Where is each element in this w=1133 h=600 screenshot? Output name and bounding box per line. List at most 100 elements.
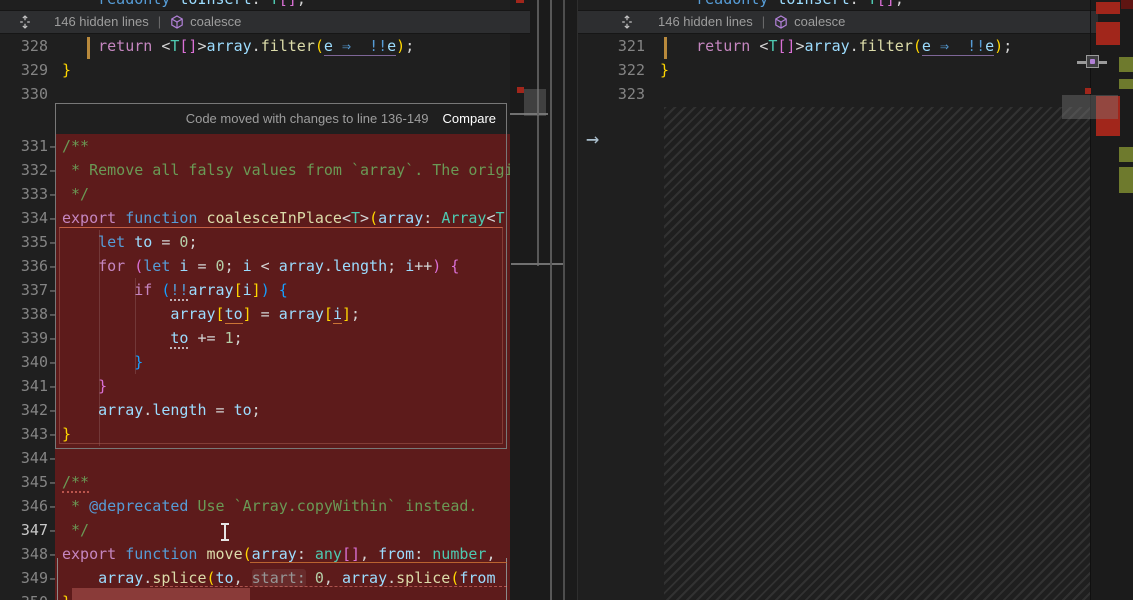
line-number-gutter[interactable]: 337–	[0, 278, 48, 302]
code-line[interactable]: 331– /**	[0, 134, 510, 158]
compare-link[interactable]: Compare	[443, 107, 496, 131]
hidden-lines-bar[interactable]: 146 hidden lines | coalesce	[578, 10, 1098, 34]
code-text[interactable]: * @deprecated Use `Array.copyWithin` ins…	[55, 494, 510, 518]
token: T	[868, 0, 877, 8]
token: e	[324, 37, 333, 56]
token: coalesceInPlace	[207, 209, 342, 227]
token: return	[98, 37, 152, 55]
ruler-added-mark	[1119, 79, 1133, 89]
line-number-gutter[interactable]: 350–	[0, 590, 48, 600]
line-number-gutter[interactable]: 334–	[0, 206, 48, 230]
line-number-gutter[interactable]: 336–	[0, 254, 48, 278]
code-text[interactable]: * Remove all falsy values from `array`. …	[55, 158, 510, 182]
token: readonly	[696, 0, 768, 8]
code-text[interactable]	[55, 82, 510, 106]
line-number-gutter[interactable]: 338–	[0, 302, 48, 326]
line-number: 345	[0, 470, 48, 494]
token: []	[179, 37, 197, 55]
code-line[interactable]: 321 return <T[]>array.filter(e ⇒ !!e);	[578, 34, 1090, 58]
token	[197, 209, 206, 227]
code-text[interactable]: }	[55, 58, 510, 82]
code-line[interactable]: 346– * @deprecated Use `Array.copyWithin…	[0, 494, 510, 518]
overview-removed-mark	[517, 87, 524, 93]
line-number-gutter[interactable]: 332–	[0, 158, 48, 182]
code-text[interactable]: */	[55, 518, 510, 542]
diff-sash-line[interactable]	[550, 0, 552, 600]
line-number-gutter[interactable]: 329	[0, 58, 48, 82]
line-number: 322	[578, 58, 645, 82]
code-line[interactable]: 330	[0, 82, 510, 106]
token	[333, 37, 342, 56]
diff-sash-line[interactable]	[563, 0, 565, 600]
moved-code-arrow[interactable]: →	[586, 128, 599, 152]
moved-connector-segment	[511, 263, 565, 265]
line-number-gutter[interactable]: 347–	[0, 518, 48, 542]
token: :	[252, 0, 270, 8]
enclosing-symbol-label[interactable]: coalesce	[190, 10, 241, 34]
line-number-gutter[interactable]: 342–	[0, 398, 48, 422]
scrollbar-fold-marker[interactable]	[1086, 55, 1099, 68]
folded-region-marker	[87, 37, 90, 59]
code-line[interactable]: 333– */	[0, 182, 510, 206]
line-number: 348	[0, 542, 48, 566]
code-line[interactable]: 332– * Remove all falsy values from `arr…	[0, 158, 510, 182]
enclosing-symbol-label[interactable]: coalesce	[794, 10, 845, 34]
line-number-gutter[interactable]: 339–	[0, 326, 48, 350]
line-number-gutter[interactable]: 321	[578, 34, 645, 58]
code-line[interactable]: 322}	[578, 58, 1090, 82]
code-text[interactable]: /**	[55, 134, 510, 158]
line-number-gutter[interactable]: 349–	[0, 566, 48, 590]
token: |	[505, 209, 510, 227]
token: <	[342, 209, 351, 227]
token: * Remove all falsy values from `array`. …	[62, 161, 510, 179]
code-text[interactable]: return <T[]>array.filter(e ⇒ !!e);	[655, 34, 1090, 58]
code-text[interactable]	[655, 82, 1090, 106]
code-line[interactable]: 344–	[0, 446, 510, 470]
code-line[interactable]: 345– /**	[0, 470, 510, 494]
line-number-gutter[interactable]: 333–	[0, 182, 48, 206]
line-number-gutter[interactable]: 323	[578, 82, 645, 106]
code-text[interactable]: return <T[]>array.filter(e ⇒ !!e);	[55, 34, 510, 58]
token: array	[805, 37, 850, 55]
changed-detail-underline	[250, 562, 507, 563]
line-number: 323	[578, 82, 645, 106]
token: <	[750, 37, 768, 55]
line-number-gutter[interactable]: 345–	[0, 470, 48, 494]
original-editor-pane[interactable]: readonly toInsert: T[];328 return <T[]>a…	[0, 0, 510, 600]
line-number-gutter[interactable]: 322	[578, 58, 645, 82]
line-number-gutter[interactable]: 343–	[0, 422, 48, 446]
token: array	[207, 37, 252, 55]
unfold-icon[interactable]	[620, 15, 634, 29]
line-number-gutter[interactable]: 348–	[0, 542, 48, 566]
code-line[interactable]: 323	[578, 82, 1090, 106]
code-text[interactable]: }	[655, 58, 1090, 82]
code-text[interactable]	[55, 446, 510, 470]
line-number: 344	[0, 446, 48, 470]
unfold-icon[interactable]	[18, 15, 32, 29]
line-number-gutter[interactable]: 346–	[0, 494, 48, 518]
line-number-gutter[interactable]: 341–	[0, 374, 48, 398]
left-scrollbar-slider[interactable]	[524, 89, 546, 116]
line-number-gutter[interactable]: 330	[0, 82, 48, 106]
code-text[interactable]: */	[55, 182, 510, 206]
line-number: 340	[0, 350, 48, 374]
line-number-gutter[interactable]: 331–	[0, 134, 48, 158]
line-number-gutter[interactable]: 344–	[0, 446, 48, 470]
line-number-gutter[interactable]: 328	[0, 34, 48, 58]
code-line[interactable]: 329}	[0, 58, 510, 82]
code-text[interactable]: /**	[55, 470, 510, 494]
token: }	[62, 61, 71, 79]
code-line[interactable]: 347– */	[0, 518, 510, 542]
token: :	[850, 0, 868, 8]
fold-marker-dot	[1090, 59, 1095, 64]
hidden-lines-bar[interactable]: 146 hidden lines | coalesce	[0, 10, 530, 34]
token: ;	[1003, 37, 1012, 55]
line-number-gutter[interactable]: 335–	[0, 230, 48, 254]
code-line[interactable]: 328 return <T[]>array.filter(e ⇒ !!e);	[0, 34, 510, 58]
line-number-gutter[interactable]: 340–	[0, 350, 48, 374]
folded-region-marker	[664, 37, 667, 59]
right-scrollbar-slider[interactable]	[1062, 95, 1118, 119]
line-number: 335	[0, 230, 48, 254]
token	[116, 209, 125, 227]
modified-editor-pane[interactable]: → readonly toInsert: T[];321 return <T[]…	[578, 0, 1090, 600]
